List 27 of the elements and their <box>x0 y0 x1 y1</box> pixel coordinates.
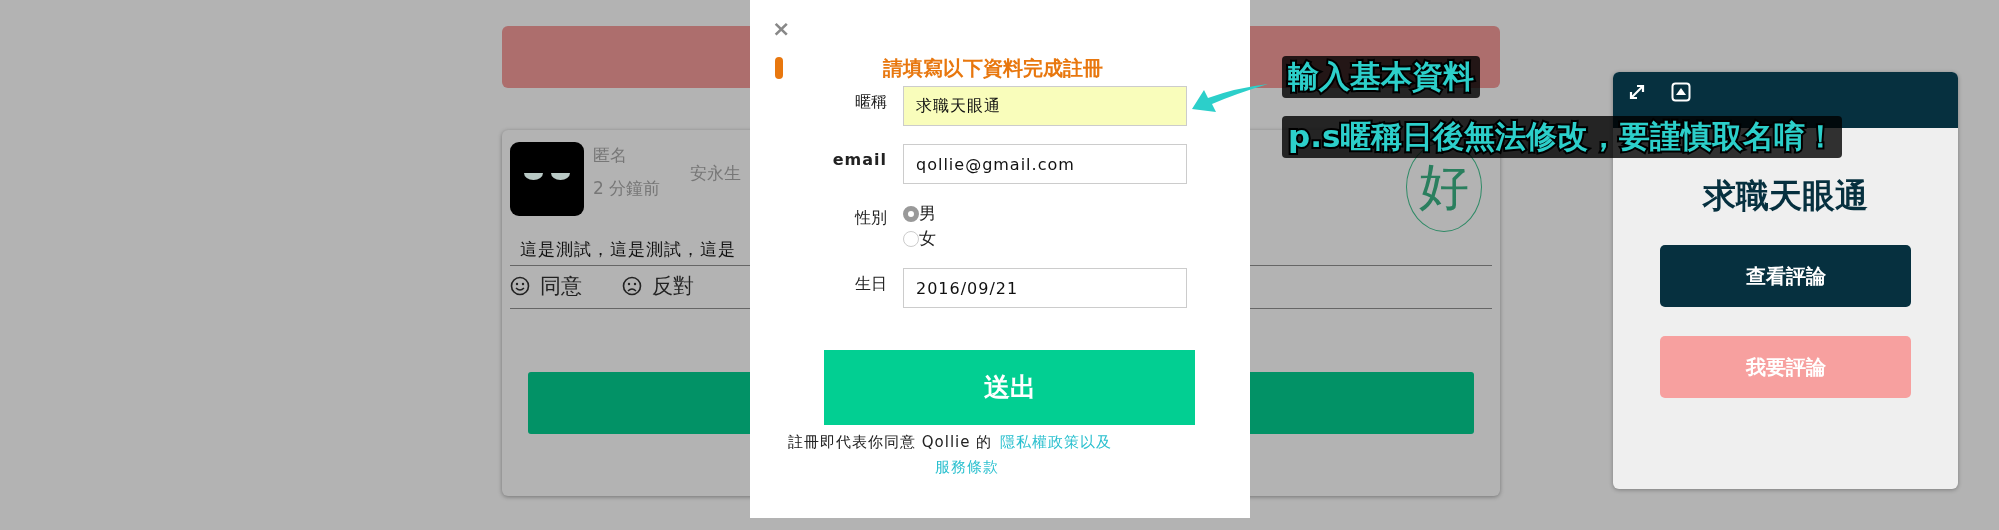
input-field[interactable]: qollie@gmail.com <box>903 144 1187 184</box>
review-button[interactable]: 查看評論 <box>1660 245 1911 307</box>
expand-icon[interactable] <box>1627 82 1647 102</box>
accent-bar <box>775 57 783 79</box>
modal-heading: 請填寫以下資料完成註冊 <box>883 54 1103 82</box>
frown-icon[interactable] <box>622 276 642 296</box>
input-field[interactable]: 求職天眼通 <box>903 86 1187 126</box>
company-name: 安永生 <box>690 162 742 185</box>
radio-icon[interactable] <box>903 230 919 247</box>
annotation-text: 輸入基本資料 <box>1282 56 1480 98</box>
terms-text: 註冊即代表你同意 Qollie 的 <box>788 433 993 452</box>
collapse-icon[interactable] <box>1671 82 1691 102</box>
post-time: 2 分鐘前 <box>593 177 661 200</box>
reaction-label[interactable]: 同意 <box>540 272 582 300</box>
radio-option[interactable]: 男 <box>903 202 936 225</box>
field-label: 生日 <box>854 273 887 295</box>
field-label: 暱稱 <box>854 91 887 113</box>
close-button[interactable]: × <box>772 18 791 40</box>
smile-icon[interactable] <box>510 276 530 296</box>
author-name: 匿名 <box>593 144 628 167</box>
reaction-label[interactable]: 反對 <box>652 272 694 300</box>
input-field[interactable]: 2016/09/21 <box>903 268 1187 308</box>
field-label: email <box>831 149 887 169</box>
field-label: 性別 <box>853 207 887 229</box>
avatar-icon <box>510 142 584 216</box>
radio-icon[interactable] <box>903 205 919 222</box>
panel-title: 求職天眼通 <box>1703 175 1868 217</box>
